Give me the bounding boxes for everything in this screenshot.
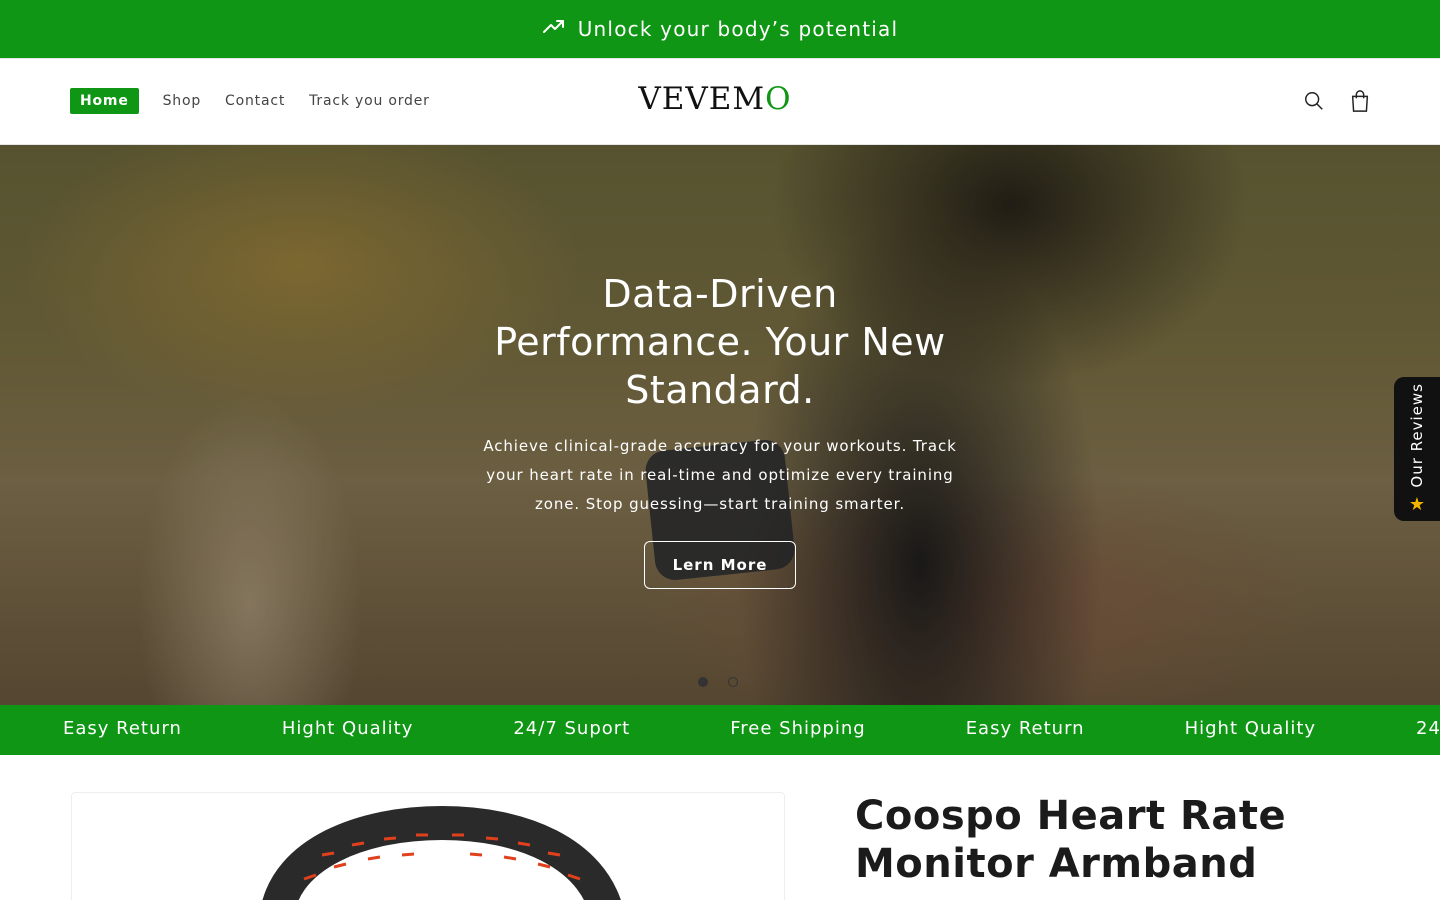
nav-item-contact[interactable]: Contact [225,89,285,113]
slider-dots [698,677,738,687]
header-actions [1302,88,1372,114]
trending-up-icon [542,15,566,44]
product-title: Coospo Heart Rate Monitor Armband [855,793,1287,887]
feature-item: 24/7 Suport [1416,718,1440,739]
hero-title: Data-Driven Performance. Your New Standa… [494,272,946,412]
feature-item: 24/7 Suport [513,718,631,739]
hero-banner: Data-Driven Performance. Your New Standa… [0,145,1440,705]
features-track: Easy Return Hight Quality 24/7 Suport Fr… [63,718,1440,739]
star-icon: ★ [1408,493,1426,515]
feature-item: Easy Return [63,718,182,739]
product-image[interactable] [71,792,785,900]
slider-dot-2[interactable] [728,677,738,687]
features-marquee: Easy Return Hight Quality 24/7 Suport Fr… [0,705,1440,755]
site-logo[interactable]: VEVEMO [600,81,830,117]
logo-text: VEVEM [638,81,766,117]
main-nav: Home Shop Contact Track you order [70,88,430,114]
feature-item: Easy Return [965,718,1085,739]
feature-item: Hight Quality [1184,718,1317,739]
feature-item: Free Shipping [730,718,866,739]
reviews-tab-label: Our Reviews [1408,383,1426,488]
announcement-text: Unlock your body’s potential [577,17,899,41]
cart-icon[interactable] [1348,88,1372,114]
announcement-bar: Unlock your body’s potential [0,0,1440,58]
armband-product-image [262,805,621,900]
nav-item-track-order[interactable]: Track you order [309,89,430,113]
reviews-tab[interactable]: Our Reviews ★ [1394,377,1440,521]
nav-item-shop[interactable]: Shop [163,89,201,113]
feature-item: Hight Quality [281,718,414,739]
site-header: Home Shop Contact Track you order VEVEMO [0,58,1440,145]
hero-content: Data-Driven Performance. Your New Standa… [470,270,970,589]
logo-accent: O [765,81,792,117]
slider-dot-1[interactable] [698,677,708,687]
learn-more-button[interactable]: Lern More [643,541,797,589]
nav-item-home[interactable]: Home [70,88,139,114]
search-icon[interactable] [1302,88,1326,114]
hero-subtitle: Achieve clinical-grade accuracy for your… [483,437,957,513]
